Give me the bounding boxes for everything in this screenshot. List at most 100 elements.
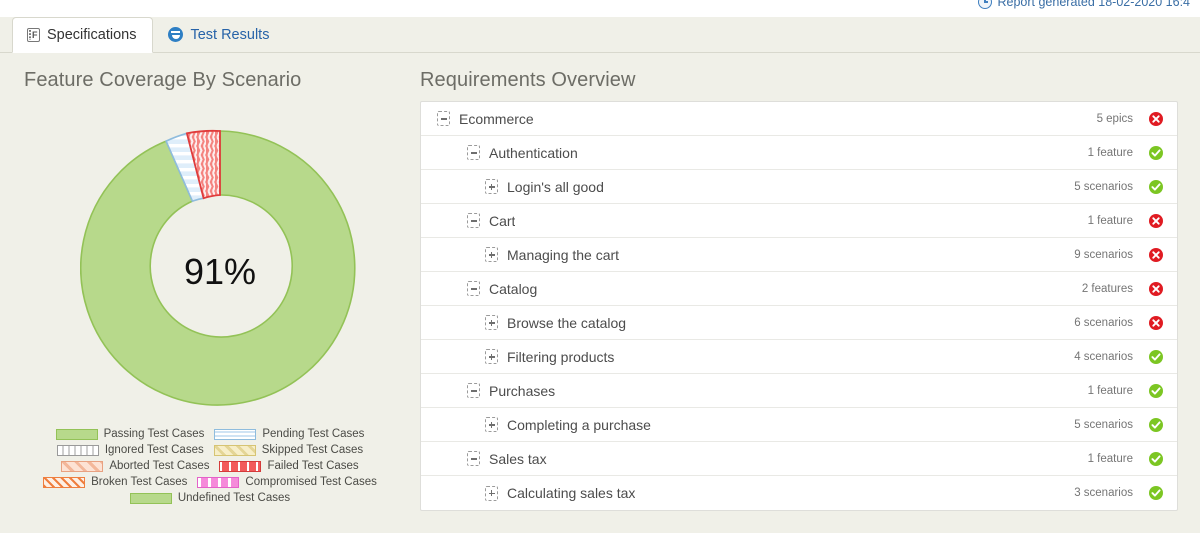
tab-specifications[interactable]: Specifications: [12, 17, 154, 53]
expand-plus-icon[interactable]: [485, 417, 498, 432]
legend-label-skipped: Skipped Test Cases: [261, 444, 364, 456]
collapse-minus-icon[interactable]: [437, 111, 450, 126]
legend-item-skipped: Skipped Test Cases: [213, 444, 364, 456]
status-fail-icon: [1149, 281, 1163, 296]
expand-plus-icon[interactable]: [485, 179, 498, 194]
status-pass-icon: [1149, 451, 1163, 466]
legend-swatch-pending: [214, 428, 257, 440]
expand-plus-icon[interactable]: [485, 247, 498, 262]
legend-item-compromised: Compromised Test Cases: [197, 476, 377, 488]
tree-icon-bar: [470, 390, 477, 392]
table-row[interactable]: Filtering products 4 scenarios: [421, 340, 1177, 374]
requirement-count: 1 feature: [1087, 146, 1133, 159]
requirement-name: Ecommerce: [459, 110, 534, 127]
smiley-face-icon: [168, 27, 184, 42]
requirement-count: 1 feature: [1087, 214, 1133, 227]
tree-icon-bar: [470, 458, 477, 460]
expand-plus-icon[interactable]: [485, 315, 498, 330]
legend-swatch-failed: [219, 460, 262, 472]
tree-icon-bar-vertical: [490, 421, 493, 428]
legend-item-broken: Broken Test Cases: [43, 476, 187, 488]
table-row[interactable]: Sales tax 1 feature: [421, 442, 1177, 476]
collapse-minus-icon[interactable]: [467, 451, 480, 466]
requirement-row-left: Browse the catalog: [421, 315, 1074, 331]
expand-plus-icon[interactable]: [485, 485, 498, 501]
legend-row: Passing Test Cases Pending Test Cases: [10, 428, 410, 440]
requirement-row-left: Cart: [421, 213, 1088, 229]
requirement-row-left: Ecommerce: [421, 111, 1097, 127]
requirement-row-left: Filtering products: [421, 349, 1074, 365]
requirement-name: Browse the catalog: [507, 314, 627, 331]
requirement-row-left: Authentication: [421, 145, 1088, 161]
collapse-minus-icon[interactable]: [467, 383, 480, 398]
tab-specifications-label: Specifications: [47, 26, 137, 43]
legend-swatch-passing: [55, 428, 98, 440]
tree-icon-bar-vertical: [490, 251, 493, 258]
tree-icon-bar-vertical: [490, 353, 493, 360]
status-fail-icon: [1149, 213, 1163, 228]
table-row[interactable]: Ecommerce 5 epics: [421, 102, 1177, 136]
requirement-row-left: Sales tax: [421, 451, 1088, 467]
legend-item-ignored: Ignored Test Cases: [56, 444, 204, 456]
tab-test-results[interactable]: Test Results: [153, 17, 286, 53]
status-pass-icon: [1149, 179, 1163, 194]
table-row[interactable]: Authentication 1 feature: [421, 136, 1177, 170]
specification-icon: [27, 27, 40, 42]
legend-item-passing: Passing Test Cases: [55, 428, 204, 440]
requirement-name: Calculating sales tax: [507, 485, 636, 501]
legend-label-broken: Broken Test Cases: [91, 476, 188, 488]
legend-item-failed: Failed Test Cases: [219, 460, 359, 472]
legend-item-undefined: Undefined Test Cases: [129, 492, 291, 504]
tree-icon-bar-vertical: [490, 319, 493, 326]
requirement-count: 1 feature: [1087, 384, 1133, 397]
requirement-count: 4 scenarios: [1074, 350, 1133, 363]
legend-swatch-broken: [43, 476, 86, 488]
requirement-name: Filtering products: [507, 348, 615, 365]
table-row[interactable]: Catalog 2 features: [421, 272, 1177, 306]
tree-icon-bar: [440, 118, 447, 120]
chart-panel-title: Feature Coverage By Scenario: [24, 69, 302, 91]
requirement-count: 5 scenarios: [1074, 180, 1133, 193]
table-row[interactable]: Calculating sales tax 3 scenarios: [421, 476, 1177, 510]
report-generated-strip: Report generated 18-02-2020 16:4: [978, 0, 1190, 10]
collapse-minus-icon[interactable]: [467, 281, 480, 296]
table-row[interactable]: Browse the catalog 6 scenarios: [421, 306, 1177, 340]
status-fail-icon: [1149, 315, 1163, 330]
legend-row: Broken Test Cases Compromised Test Cases: [10, 476, 410, 488]
requirement-row-left: Calculating sales tax: [421, 485, 1074, 501]
table-row[interactable]: Managing the cart 9 scenarios: [421, 238, 1177, 272]
expand-plus-icon[interactable]: [485, 349, 498, 364]
main-content: Feature Coverage By Scenario Requirement…: [0, 53, 1200, 533]
legend-row: Undefined Test Cases: [10, 492, 410, 504]
table-row[interactable]: Login's all good 5 scenarios: [421, 170, 1177, 204]
collapse-minus-icon[interactable]: [467, 213, 480, 228]
table-row[interactable]: Cart 1 feature: [421, 204, 1177, 238]
status-fail-icon: [1149, 247, 1163, 262]
requirement-count: 2 features: [1081, 282, 1133, 295]
requirement-name: Authentication: [489, 144, 578, 161]
legend-row: Ignored Test Cases Skipped Test Cases: [10, 444, 410, 456]
legend-label-undefined: Undefined Test Cases: [177, 492, 291, 504]
legend-swatch-aborted: [61, 460, 104, 472]
requirement-name: Login's all good: [507, 178, 604, 195]
requirement-row-left: Catalog: [421, 281, 1082, 297]
clock-icon: [978, 0, 993, 9]
requirement-row-left: Completing a purchase: [421, 417, 1074, 433]
table-row[interactable]: Completing a purchase 5 scenarios: [421, 408, 1177, 442]
chart-legend: Passing Test Cases Pending Test Cases Ig…: [10, 428, 410, 508]
requirement-name: Completing a purchase: [507, 416, 651, 433]
table-row[interactable]: Purchases 1 feature: [421, 374, 1177, 408]
requirement-count: 9 scenarios: [1074, 248, 1133, 261]
requirement-name: Cart: [489, 212, 516, 229]
legend-item-aborted: Aborted Test Cases: [61, 460, 209, 472]
requirement-count: 1 feature: [1087, 452, 1133, 465]
tab-bar: Specifications Test Results: [0, 17, 1200, 53]
legend-label-aborted: Aborted Test Cases: [109, 460, 210, 472]
status-pass-icon: [1149, 486, 1163, 500]
collapse-minus-icon[interactable]: [467, 145, 480, 160]
requirement-row-left: Purchases: [421, 383, 1088, 399]
status-fail-icon: [1149, 111, 1163, 126]
legend-swatch-compromised: [197, 476, 240, 488]
requirement-row-left: Managing the cart: [421, 247, 1074, 263]
tree-icon-bar: [470, 220, 477, 222]
